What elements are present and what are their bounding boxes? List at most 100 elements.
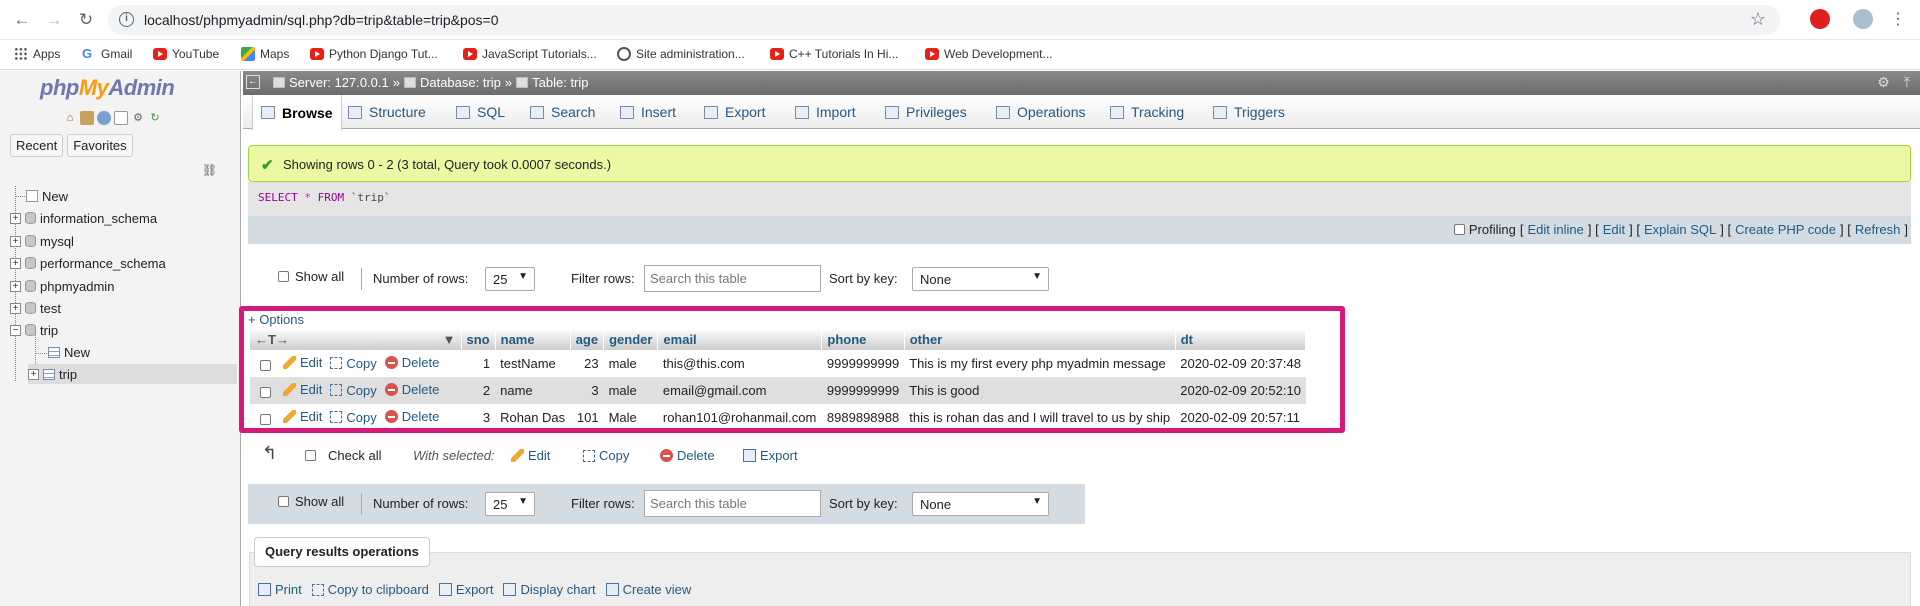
logout-icon[interactable] bbox=[80, 111, 94, 125]
expand-icon[interactable]: + bbox=[28, 368, 39, 380]
breadcrumb-server[interactable]: Server: 127.0.0.1 bbox=[289, 75, 389, 90]
bulk-edit-button[interactable]: Edit bbox=[511, 448, 550, 463]
copy-to-clipboard-link[interactable]: Copy to clipboard bbox=[311, 582, 429, 597]
expand-icon[interactable]: + bbox=[10, 212, 21, 224]
forward-arrow-icon[interactable]: → bbox=[42, 8, 66, 32]
filter-rows-input[interactable]: Search this table bbox=[644, 265, 821, 292]
check-all[interactable]: Check all bbox=[305, 448, 381, 463]
copy-icon bbox=[583, 449, 595, 462]
address-bar[interactable]: i localhost/phpmyadmin/sql.php?db=trip&t… bbox=[108, 5, 1780, 35]
menu-kebab-icon[interactable]: ⋮ bbox=[1886, 8, 1910, 32]
tab-search[interactable]: Search bbox=[522, 95, 603, 129]
bookmark-youtube[interactable]: YouTube bbox=[153, 47, 219, 61]
show-all-checkbox[interactable] bbox=[278, 496, 289, 507]
tab-privileges[interactable]: Privileges bbox=[877, 95, 975, 129]
collapse-icon[interactable]: − bbox=[10, 324, 21, 336]
bookmark-cpp[interactable]: C++ Tutorials In Hi... bbox=[770, 47, 898, 61]
youtube-icon bbox=[925, 48, 939, 60]
sql-query-box[interactable]: SELECT * FROM `trip` bbox=[248, 182, 1911, 216]
tab-import[interactable]: Import bbox=[787, 95, 864, 129]
show-all-checkbox[interactable] bbox=[278, 271, 289, 282]
print-link[interactable]: Print bbox=[258, 582, 302, 597]
tab-insert[interactable]: Insert bbox=[612, 95, 684, 129]
collapse-top-icon[interactable]: ⤒ bbox=[1904, 74, 1910, 91]
display-chart-link[interactable]: Display chart bbox=[503, 582, 596, 597]
view-icon bbox=[605, 583, 619, 596]
tree-item-test[interactable]: + test bbox=[10, 298, 61, 318]
breadcrumb-table[interactable]: Table: trip bbox=[532, 75, 588, 90]
collapse-panel-icon[interactable]: ← bbox=[246, 75, 260, 89]
recent-tab[interactable]: Recent bbox=[10, 134, 64, 157]
bookmark-star-icon[interactable]: ☆ bbox=[1750, 9, 1766, 30]
home-icon[interactable]: ⌂ bbox=[63, 111, 77, 125]
bookmark-apps[interactable]: Apps bbox=[14, 47, 60, 61]
tab-sql[interactable]: SQL bbox=[448, 95, 513, 129]
filter-rows-label: Filter rows: bbox=[571, 496, 635, 511]
phpmyadmin-logo[interactable]: phpMyAdmin bbox=[40, 75, 175, 101]
tab-structure[interactable]: Structure bbox=[340, 95, 434, 129]
filter-rows-input[interactable]: Search this table bbox=[644, 490, 821, 517]
reload-icon[interactable]: ↻ bbox=[74, 8, 98, 32]
help-icon[interactable] bbox=[97, 111, 111, 125]
tree-item-phpmyadmin[interactable]: + phpmyadmin bbox=[10, 276, 114, 296]
bulk-copy-button[interactable]: Copy bbox=[583, 448, 629, 463]
profile-avatar[interactable] bbox=[1853, 9, 1873, 29]
tree-item-performance-schema[interactable]: + performance_schema bbox=[10, 253, 166, 273]
tree-item-mysql[interactable]: + mysql bbox=[10, 231, 74, 251]
tab-triggers[interactable]: Triggers bbox=[1205, 95, 1293, 129]
bookmark-javascript[interactable]: JavaScript Tutorials... bbox=[463, 47, 597, 61]
tree-connector bbox=[15, 196, 25, 197]
tree-item-trip-table[interactable]: + trip bbox=[28, 364, 238, 384]
num-rows-select[interactable]: 25 ▼ bbox=[485, 267, 535, 291]
favorites-tab[interactable]: Favorites bbox=[67, 134, 133, 157]
tab-browse[interactable]: Browse bbox=[252, 95, 342, 130]
query-ops-links: Print Copy to clipboard Export Display c… bbox=[258, 582, 695, 597]
check-all-checkbox[interactable] bbox=[305, 450, 316, 461]
breadcrumb-database[interactable]: Database: trip bbox=[420, 75, 501, 90]
tree-item-trip-new[interactable]: New bbox=[48, 342, 90, 362]
bulk-delete-button[interactable]: Delete bbox=[660, 448, 715, 463]
breadcrumb: ← Server: 127.0.0.1 » Database: trip » T… bbox=[243, 71, 1920, 95]
tab-operations[interactable]: Operations bbox=[988, 95, 1093, 129]
link-chain-icon[interactable]: ⛓ bbox=[202, 163, 217, 177]
bookmark-gmail[interactable]: G Gmail bbox=[82, 47, 132, 62]
bookmark-maps[interactable]: Maps bbox=[241, 47, 289, 61]
expand-icon[interactable]: + bbox=[10, 235, 21, 247]
tab-export[interactable]: Export bbox=[696, 95, 773, 129]
bookmark-site-admin[interactable]: Site administration... bbox=[617, 47, 745, 61]
reload-nav-icon[interactable]: ↻ bbox=[148, 111, 162, 125]
tab-tracking[interactable]: Tracking bbox=[1102, 95, 1192, 129]
tree-item-new[interactable]: New bbox=[26, 186, 68, 206]
back-arrow-icon[interactable]: ← bbox=[10, 8, 34, 32]
sql-query: SELECT * FROM `trip` bbox=[258, 191, 391, 204]
export-link[interactable]: Export bbox=[438, 582, 493, 597]
create-php-code-link[interactable]: Create PHP code bbox=[1735, 222, 1836, 237]
edit-inline-link[interactable]: Edit inline bbox=[1527, 222, 1583, 237]
sort-by-key-select[interactable]: None ▼ bbox=[912, 492, 1049, 516]
expand-icon[interactable]: + bbox=[10, 257, 21, 269]
refresh-link[interactable]: Refresh bbox=[1855, 222, 1901, 237]
expand-icon[interactable]: + bbox=[10, 280, 21, 292]
edit-link[interactable]: Edit bbox=[1603, 222, 1625, 237]
profiling-checkbox[interactable] bbox=[1453, 224, 1465, 235]
extension-icon[interactable] bbox=[1810, 9, 1830, 29]
expand-icon[interactable]: + bbox=[10, 302, 21, 314]
settings-gear-icon[interactable]: ⚙ bbox=[1877, 74, 1890, 91]
query-results-operations-title: Query results operations bbox=[254, 537, 430, 567]
site-info-icon[interactable]: i bbox=[119, 12, 134, 27]
bookmark-python-django[interactable]: Python Django Tut... bbox=[310, 47, 438, 61]
url-text[interactable]: localhost/phpmyadmin/sql.php?db=trip&tab… bbox=[144, 12, 499, 28]
apps-grid-icon bbox=[14, 47, 28, 61]
docs-icon[interactable] bbox=[114, 111, 128, 125]
browser-toolbar: ← → ↻ i localhost/phpmyadmin/sql.php?db=… bbox=[0, 0, 1920, 40]
explain-sql-link[interactable]: Explain SQL bbox=[1644, 222, 1716, 237]
settings-gear-icon[interactable]: ⚙ bbox=[131, 111, 145, 125]
create-view-link[interactable]: Create view bbox=[605, 582, 691, 597]
tree-item-information-schema[interactable]: + information_schema bbox=[10, 208, 157, 228]
num-rows-select[interactable]: 25 ▼ bbox=[485, 492, 535, 516]
bookmark-webdev[interactable]: Web Development... bbox=[925, 47, 1053, 61]
sort-by-key-select[interactable]: None ▼ bbox=[912, 267, 1049, 291]
bulk-export-button[interactable]: Export bbox=[743, 448, 798, 463]
insert-icon bbox=[620, 105, 634, 119]
new-table-icon bbox=[48, 346, 60, 358]
